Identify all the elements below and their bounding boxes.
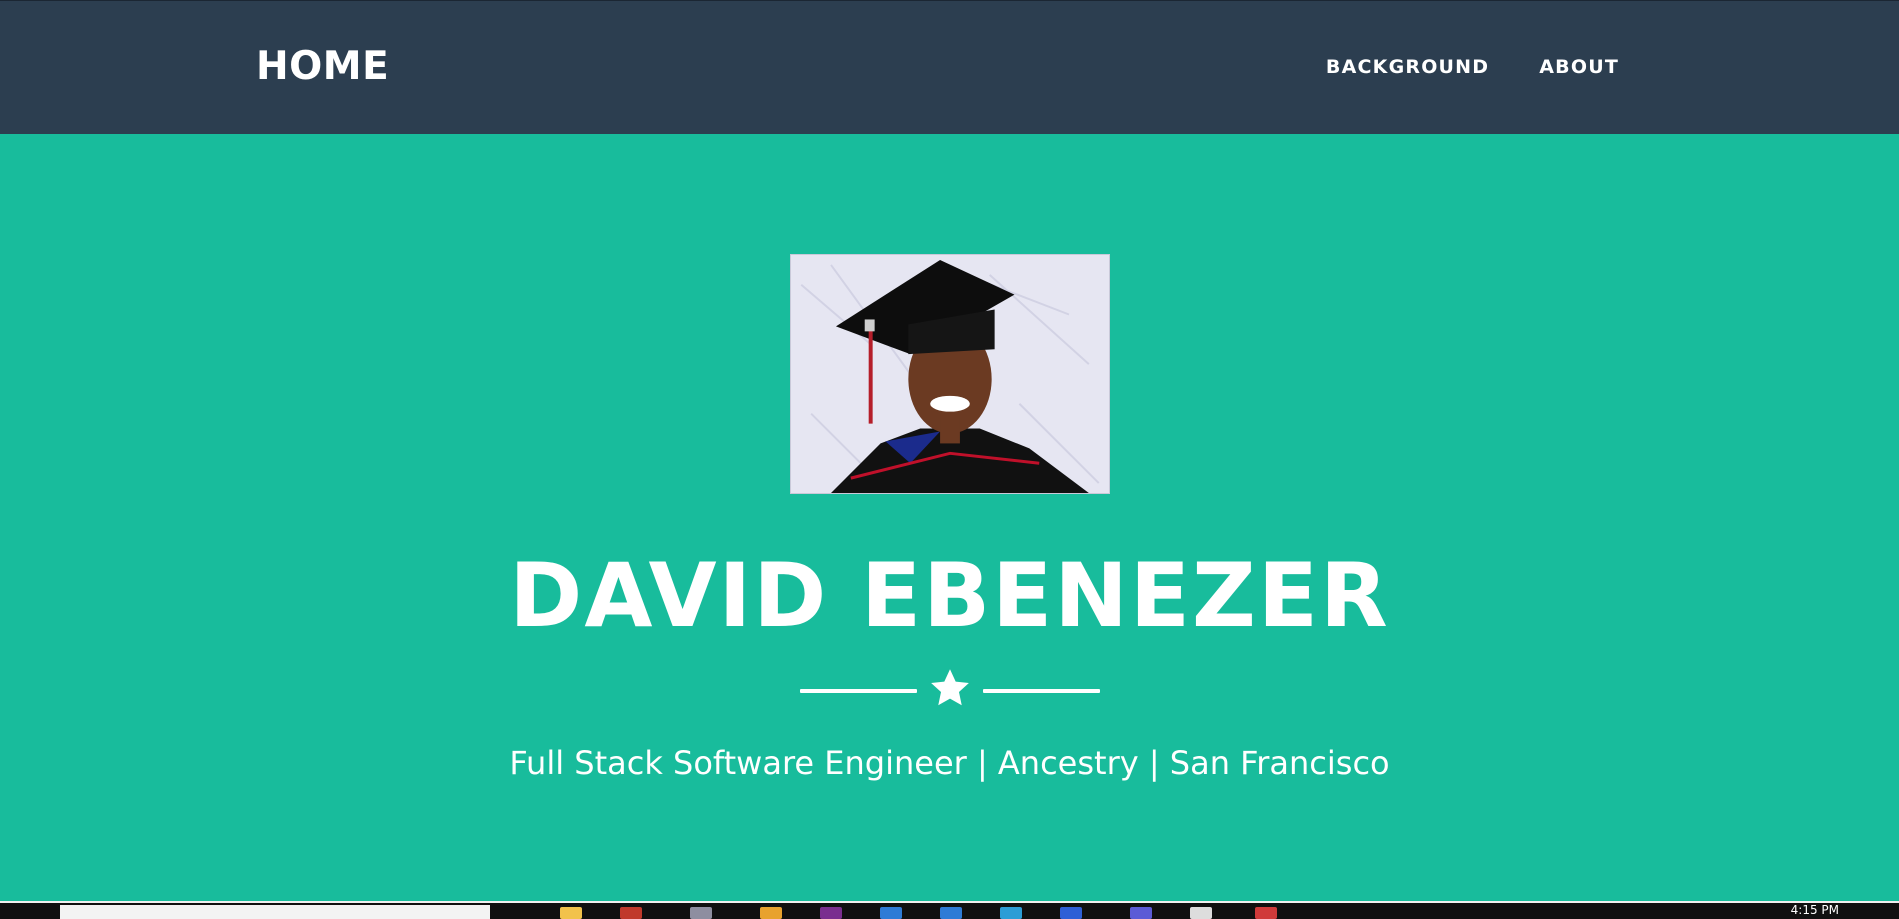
taskbar-app-icon[interactable] [1130, 907, 1152, 919]
home-link[interactable]: HOME [256, 39, 389, 95]
taskbar-app-icon[interactable] [690, 907, 712, 919]
nav-link-about[interactable]: ABOUT [1539, 53, 1619, 81]
nav-links: BACKGROUND ABOUT [1326, 53, 1619, 81]
profile-photo [790, 254, 1110, 494]
taskbar-app-icon[interactable] [620, 907, 642, 919]
star-divider [800, 666, 1100, 716]
divider-line-right [983, 689, 1100, 693]
taskbar-app-icon[interactable] [760, 907, 782, 919]
nav-link-background[interactable]: BACKGROUND [1326, 53, 1489, 81]
divider-line-left [800, 689, 917, 693]
taskbar-search[interactable] [60, 905, 490, 919]
taskbar-app-icon[interactable] [820, 907, 842, 919]
taskbar-app-icon[interactable] [560, 907, 582, 919]
star-icon [931, 669, 969, 706]
taskbar-app-icon[interactable] [1190, 907, 1212, 919]
taskbar-clock[interactable]: 4:15 PM [1791, 903, 1839, 917]
taskbar-app-icon[interactable] [880, 907, 902, 919]
taskbar-app-icon[interactable] [1255, 907, 1277, 919]
taskbar-app-icon[interactable] [1060, 907, 1082, 919]
hero-tagline: Full Stack Software Engineer | Ancestry … [509, 744, 1390, 782]
hero-name: DAVID EBENEZER [509, 544, 1390, 647]
taskbar-app-icon[interactable] [1000, 907, 1022, 919]
taskbar-app-icon[interactable] [940, 907, 962, 919]
os-taskbar: 4:15 PM [0, 901, 1899, 919]
hero-section: DAVID EBENEZER Full Stack Software Engin… [0, 134, 1899, 901]
top-navbar: HOME BACKGROUND ABOUT [0, 0, 1899, 134]
